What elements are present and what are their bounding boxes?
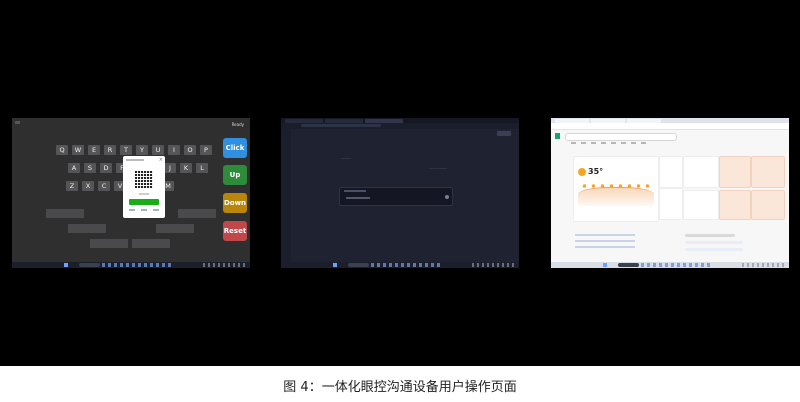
key-k[interactable]: K — [180, 163, 192, 173]
chat-placeholder — [344, 190, 366, 192]
taskbar-search[interactable] — [347, 263, 370, 267]
weather-search-screenshot: 35° — [551, 118, 789, 268]
related-search-item[interactable] — [685, 248, 743, 251]
figure-stage: Ready QWERTYUIOPASDFGHJKLZXCVBNM ClickUp… — [0, 0, 800, 366]
keyboard-bar[interactable] — [178, 209, 216, 218]
confirm-button[interactable] — [129, 199, 159, 205]
popup-links[interactable] — [129, 209, 159, 211]
weather-tile — [719, 156, 751, 188]
weather-tile — [683, 190, 719, 220]
keyboard-bar[interactable] — [68, 224, 106, 233]
key-i[interactable]: I — [168, 145, 180, 155]
sun-icon — [578, 168, 586, 176]
key-r[interactable]: R — [104, 145, 116, 155]
taskbar-apps[interactable] — [102, 263, 174, 267]
related-searches — [685, 234, 775, 256]
browser-chat-screenshot — [281, 118, 519, 268]
temperature-curve — [578, 187, 654, 206]
weather-card: 35° — [573, 156, 659, 222]
weather-tile — [659, 156, 683, 188]
key-c[interactable]: C — [98, 181, 110, 191]
sign-in-button[interactable] — [497, 131, 511, 136]
down-button[interactable]: Down — [223, 193, 247, 213]
system-tray — [472, 263, 515, 267]
weather-tile — [751, 156, 785, 188]
search-logo-icon — [555, 133, 560, 139]
taskbar-apps[interactable] — [371, 263, 443, 267]
status-text: Ready — [231, 122, 244, 127]
search-results[interactable] — [575, 234, 635, 250]
weather-tile — [683, 156, 719, 188]
key-o[interactable]: O — [184, 145, 196, 155]
url-field[interactable] — [301, 124, 381, 127]
click-button[interactable]: Click — [223, 138, 247, 158]
key-j[interactable]: J — [164, 163, 176, 173]
system-tray — [203, 263, 246, 267]
start-icon[interactable] — [603, 263, 608, 267]
keyboard-bar[interactable] — [156, 224, 194, 233]
chat-tool[interactable] — [346, 197, 370, 199]
taskbar — [12, 262, 250, 268]
send-icon[interactable] — [445, 195, 449, 199]
sidebar — [281, 129, 291, 262]
key-a[interactable]: A — [68, 163, 80, 173]
taskbar-apps[interactable] — [641, 263, 713, 267]
taskbar-search[interactable] — [78, 263, 101, 267]
system-tray — [742, 263, 785, 267]
search-tabs[interactable] — [571, 142, 651, 144]
key-y[interactable]: Y — [136, 145, 148, 155]
up-button[interactable]: Up — [223, 165, 247, 185]
start-icon[interactable] — [333, 263, 338, 267]
weather-tile — [659, 188, 683, 220]
weather-tile — [751, 190, 785, 220]
key-l[interactable]: L — [196, 163, 208, 173]
address-bar — [551, 123, 789, 130]
search-input[interactable] — [565, 133, 677, 141]
weather-tile — [719, 190, 751, 220]
figure-caption: 图 4：一体化眼控沟通设备用户操作页面 — [283, 380, 517, 395]
gaze-keyboard-screenshot: Ready QWERTYUIOPASDFGHJKLZXCVBNM ClickUp… — [12, 118, 250, 268]
key-e[interactable]: E — [88, 145, 100, 155]
taskbar-search[interactable] — [617, 263, 640, 267]
key-z[interactable]: Z — [66, 181, 78, 191]
taskbar — [551, 262, 789, 268]
window-icon — [15, 121, 20, 124]
temperature: 35° — [588, 167, 604, 176]
key-d[interactable]: D — [100, 163, 112, 173]
taskbar — [281, 262, 519, 268]
popup-title — [126, 159, 144, 161]
popup-hint — [139, 193, 149, 195]
key-x[interactable]: X — [82, 181, 94, 191]
related-search-item[interactable] — [685, 241, 743, 244]
qr-login-popup: × — [123, 156, 165, 218]
start-icon[interactable] — [64, 263, 69, 267]
keyboard-bar[interactable] — [90, 239, 128, 248]
close-icon[interactable]: × — [159, 157, 163, 163]
keyboard-bar[interactable] — [46, 209, 84, 218]
reset-button[interactable]: Reset — [223, 221, 247, 241]
keyboard-bar[interactable] — [132, 239, 170, 248]
chat-input-box[interactable] — [339, 187, 453, 206]
key-p[interactable]: P — [200, 145, 212, 155]
key-t[interactable]: T — [120, 145, 132, 155]
key-q[interactable]: Q — [56, 145, 68, 155]
key-s[interactable]: S — [84, 163, 96, 173]
key-u[interactable]: U — [152, 145, 164, 155]
key-w[interactable]: W — [72, 145, 84, 155]
